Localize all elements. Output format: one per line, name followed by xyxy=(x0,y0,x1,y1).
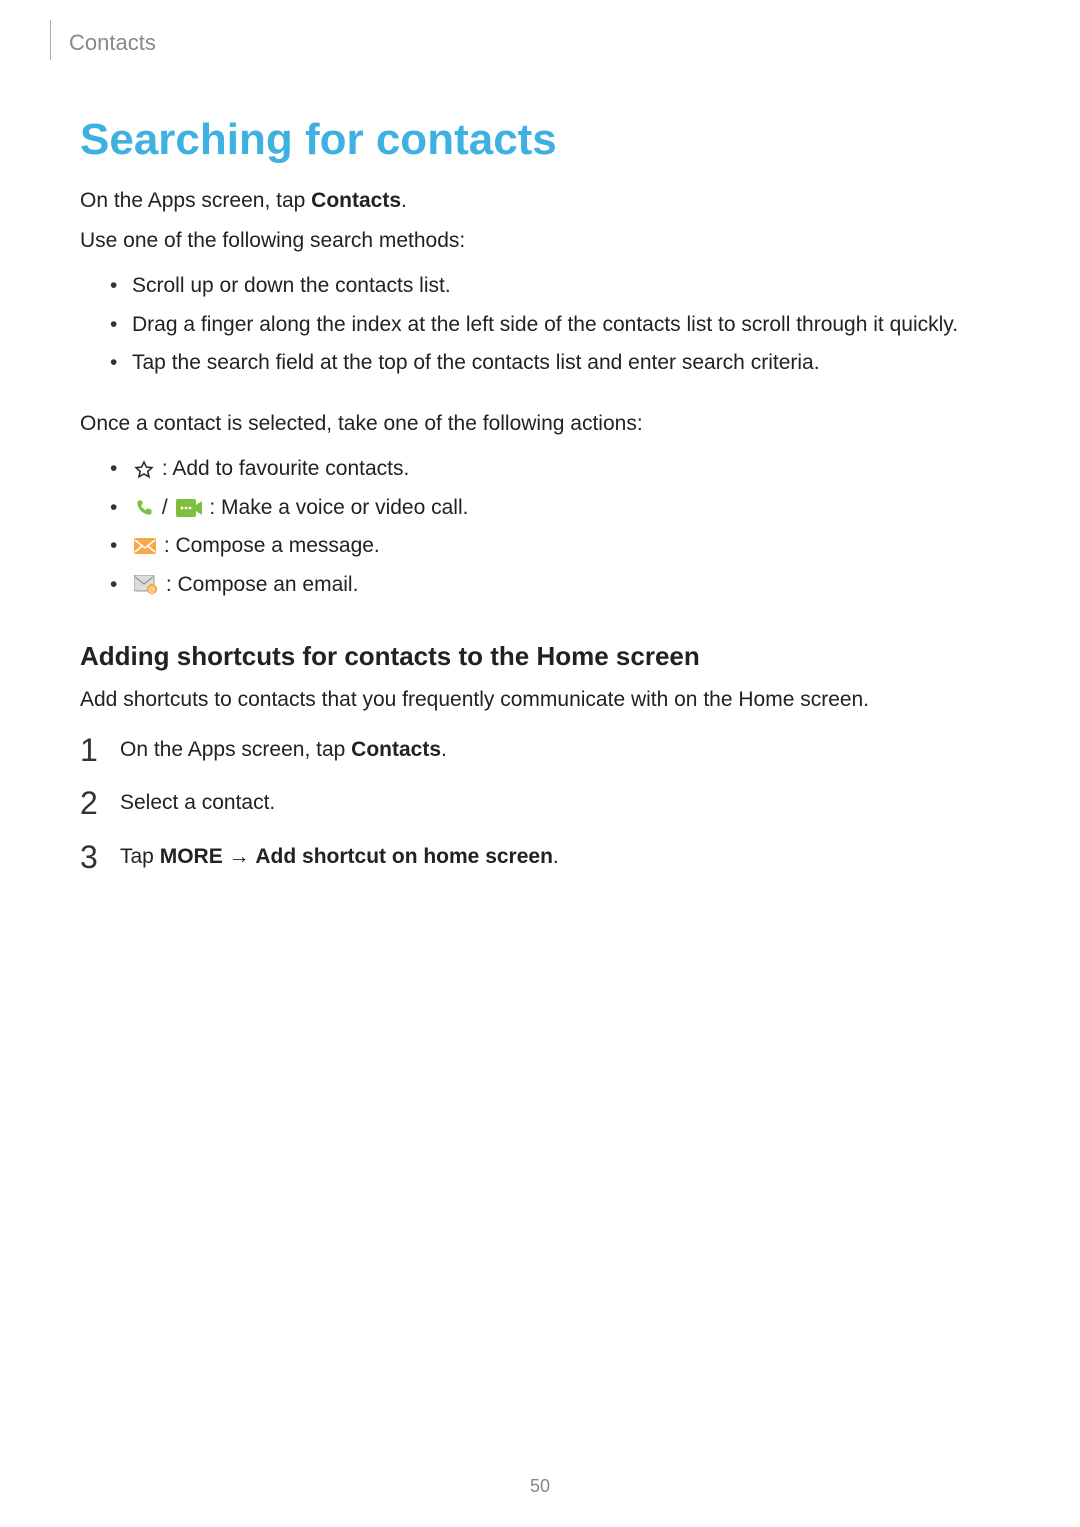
list-item: Scroll up or down the contacts list. xyxy=(110,270,1000,303)
page-header: Contacts xyxy=(50,20,1000,60)
intro-line-2: Use one of the following search methods: xyxy=(80,225,1000,257)
video-call-icon xyxy=(176,499,202,517)
search-methods-list: Scroll up or down the contacts list. Dra… xyxy=(80,270,1000,380)
steps-list: On the Apps screen, tap Contacts. Select… xyxy=(80,734,1000,873)
after-select-text: Once a contact is selected, take one of … xyxy=(80,408,1000,440)
action-message: : Compose a message. xyxy=(110,530,1000,563)
list-item: Tap the search field at the top of the c… xyxy=(110,347,1000,380)
list-item: Drag a finger along the index at the lef… xyxy=(110,309,1000,342)
phone-icon xyxy=(134,498,154,518)
intro-line-1: On the Apps screen, tap Contacts. xyxy=(80,185,1000,217)
step-1: On the Apps screen, tap Contacts. xyxy=(80,734,1000,766)
page-number: 50 xyxy=(0,1476,1080,1497)
star-icon xyxy=(134,460,154,480)
step-3: Tap MORE → Add shortcut on home screen. xyxy=(80,841,1000,873)
svg-text:@: @ xyxy=(148,587,155,594)
header-section-label: Contacts xyxy=(69,30,156,55)
action-call: / : Make a voice or video call. xyxy=(110,492,1000,525)
action-favourite: : Add to favourite contacts. xyxy=(110,453,1000,486)
email-icon: @ xyxy=(134,575,158,595)
sub-heading: Adding shortcuts for contacts to the Hom… xyxy=(80,641,1000,672)
page-title: Searching for contacts xyxy=(80,115,1000,165)
actions-list: : Add to favourite contacts. / : Make a … xyxy=(80,453,1000,601)
sub-body: Add shortcuts to contacts that you frequ… xyxy=(80,684,1000,716)
message-icon xyxy=(134,538,156,556)
step-2: Select a contact. xyxy=(80,787,1000,819)
action-email: @ : Compose an email. xyxy=(110,569,1000,602)
